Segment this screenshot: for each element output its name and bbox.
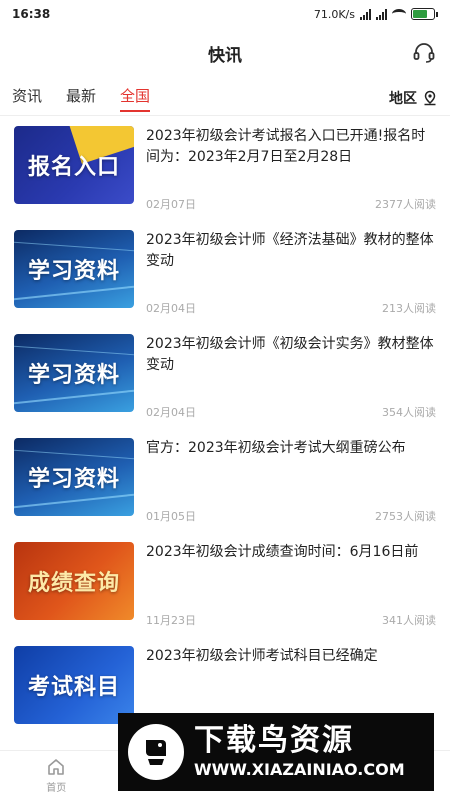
status-icons: 71.0K/s <box>314 8 438 21</box>
list-item[interactable]: 学习资料 2023年初级会计师《初级会计实务》教材整体变动 02月04日 354人… <box>0 326 450 430</box>
battery-icon <box>411 8 438 20</box>
status-time: 16:38 <box>12 7 51 21</box>
article-date: 02月07日 <box>146 198 196 211</box>
article-thumbnail: 报名入口 <box>14 126 134 204</box>
article-title: 2023年初级会计师《经济法基础》教材的整体变动 <box>146 232 434 269</box>
page-title: 快讯 <box>208 45 242 66</box>
watermark-title: 下载鸟资源 <box>194 723 354 758</box>
article-date: 11月23日 <box>146 614 196 627</box>
watermark-banner: 下载鸟资源 WWW.XIAZAINIAO.COM <box>118 713 434 791</box>
article-thumbnail: 考试科目 <box>14 646 134 724</box>
list-item[interactable]: 报名入口 2023年初级会计考试报名入口已开通!报名时间为：2023年2月7日至… <box>0 118 450 222</box>
headset-icon[interactable] <box>412 41 436 65</box>
list-item[interactable]: 学习资料 官方：2023年初级会计考试大纲重磅公布 01月05日 2753人阅读 <box>0 430 450 534</box>
list-item[interactable]: 学习资料 2023年初级会计师《经济法基础》教材的整体变动 02月04日 213人… <box>0 222 450 326</box>
article-title: 官方：2023年初级会计考试大纲重磅公布 <box>146 440 406 456</box>
article-reads: 2753人阅读 <box>375 510 436 523</box>
category-tabs: 资讯 最新 全国 地区 <box>0 80 450 116</box>
location-pin-icon <box>424 90 436 106</box>
tab-latest[interactable]: 最新 <box>66 80 96 116</box>
status-bar: 16:38 71.0K/s <box>0 0 450 28</box>
article-reads: 2377人阅读 <box>375 198 436 211</box>
list-item[interactable]: 成绩查询 2023年初级会计成绩查询时间：6月16日前 11月23日 341人阅读 <box>0 534 450 638</box>
article-reads: 354人阅读 <box>382 406 436 419</box>
watermark-url: WWW.XIAZAINIAO.COM <box>194 760 405 779</box>
article-thumbnail: 学习资料 <box>14 334 134 412</box>
network-speed: 71.0K/s <box>313 7 355 21</box>
signal-icon-2 <box>376 8 387 20</box>
article-title: 2023年初级会计考试报名入口已开通!报名时间为：2023年2月7日至2月28日 <box>146 128 426 165</box>
home-icon <box>48 759 65 775</box>
article-title: 2023年初级会计成绩查询时间：6月16日前 <box>146 544 419 560</box>
region-filter[interactable]: 地区 <box>389 88 438 108</box>
nav-home[interactable]: 首页 <box>0 751 113 800</box>
tab-national[interactable]: 全国 <box>120 80 151 116</box>
tab-news[interactable]: 资讯 <box>12 80 42 116</box>
article-date: 02月04日 <box>146 302 196 315</box>
article-thumbnail: 成绩查询 <box>14 542 134 620</box>
article-reads: 213人阅读 <box>382 302 436 315</box>
article-thumbnail: 学习资料 <box>14 230 134 308</box>
signal-icon <box>360 8 371 20</box>
article-date: 02月04日 <box>146 406 196 419</box>
article-title: 2023年初级会计师《初级会计实务》教材整体变动 <box>146 336 434 373</box>
wifi-icon <box>392 9 406 19</box>
article-reads: 341人阅读 <box>382 614 436 627</box>
article-date: 01月05日 <box>146 510 196 523</box>
article-thumbnail: 学习资料 <box>14 438 134 516</box>
nav-home-label: 首页 <box>46 783 67 794</box>
bird-logo-icon <box>128 724 184 780</box>
app-header: 快讯 <box>0 28 450 78</box>
region-label: 地区 <box>389 91 417 107</box>
article-list: 报名入口 2023年初级会计考试报名入口已开通!报名时间为：2023年2月7日至… <box>0 118 450 750</box>
article-title: 2023年初级会计师考试科目已经确定 <box>146 648 378 664</box>
